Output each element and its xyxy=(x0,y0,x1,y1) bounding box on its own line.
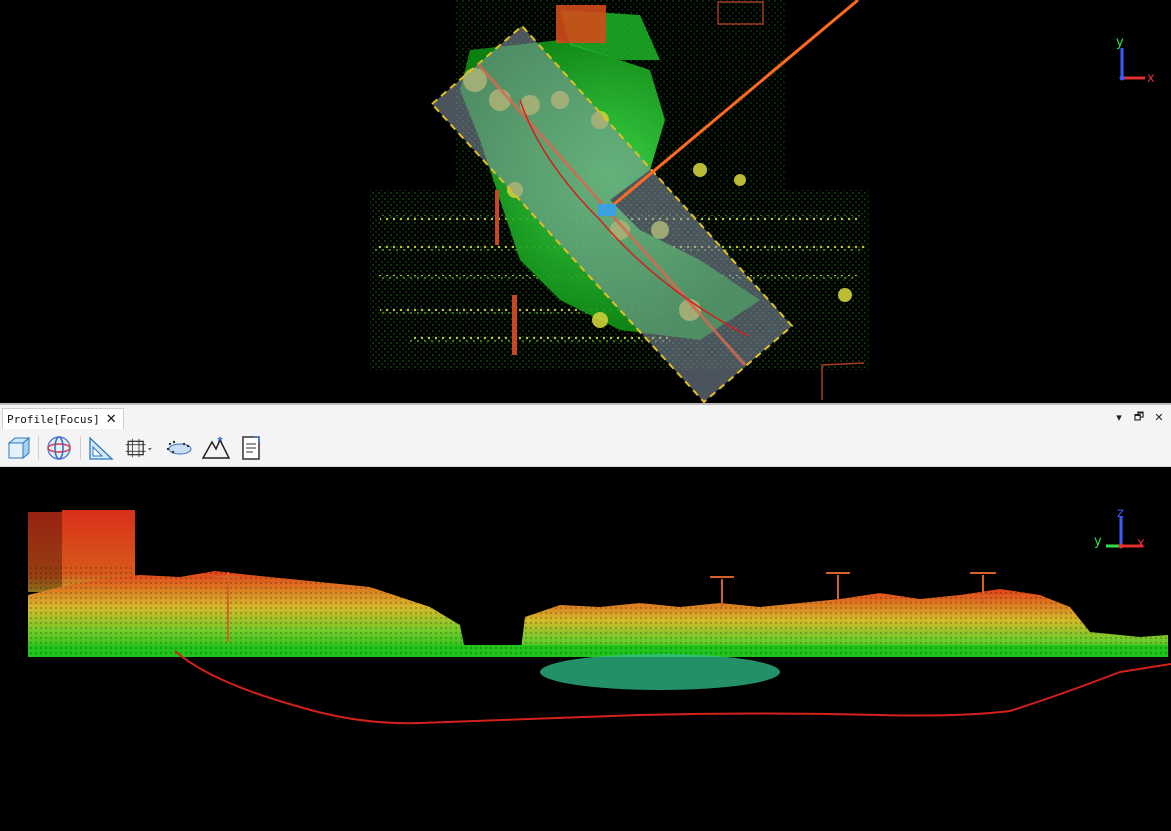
profile-point-cloud-view[interactable]: z y x xyxy=(0,467,1171,831)
profile-canvas[interactable]: z y x xyxy=(0,467,1171,831)
profile-toolbar xyxy=(0,429,1171,467)
panel-window-controls: ▾ 🗗 ✕ xyxy=(1113,408,1165,427)
axis-label-y: y xyxy=(1116,35,1124,50)
blue-marker xyxy=(598,204,616,216)
toolbar-separator xyxy=(80,436,81,460)
building-top xyxy=(556,5,606,43)
report-icon[interactable] xyxy=(236,433,266,463)
panel-dropdown-icon[interactable]: ▾ xyxy=(1113,411,1125,424)
axis-label-z: z xyxy=(1117,506,1124,521)
axis-gizmo-top xyxy=(1119,48,1145,81)
top-view-canvas[interactable]: y x xyxy=(0,0,1171,403)
tab-title: Profile[Focus] xyxy=(7,412,100,426)
view-cube-icon[interactable] xyxy=(4,433,34,463)
terrain-profile-icon[interactable] xyxy=(201,433,231,463)
underground-blob xyxy=(540,654,780,690)
axis-label-x: x xyxy=(1137,536,1145,551)
panel-close-icon[interactable]: ✕ xyxy=(1153,411,1165,424)
toolbar-separator xyxy=(38,436,39,460)
profile-panel-header: Profile[Focus] ✕ ▾ 🗗 ✕ xyxy=(0,403,1171,429)
measure-ruler-icon[interactable] xyxy=(86,433,116,463)
grid-select-icon[interactable] xyxy=(124,433,154,463)
vegetation-texture xyxy=(28,567,1168,657)
pole-2 xyxy=(495,190,499,245)
axis-label-x: x xyxy=(1147,71,1155,86)
axis-label-y: y xyxy=(1094,534,1102,549)
panel-restore-icon[interactable]: 🗗 xyxy=(1133,408,1145,427)
point-display-icon[interactable] xyxy=(164,433,194,463)
orbit-icon[interactable] xyxy=(44,433,74,463)
pole xyxy=(512,295,517,355)
tab-close-icon[interactable]: ✕ xyxy=(106,412,117,427)
top-point-cloud-view[interactable]: y x xyxy=(0,0,1171,403)
tab-profile-focus[interactable]: Profile[Focus] ✕ xyxy=(2,408,124,429)
